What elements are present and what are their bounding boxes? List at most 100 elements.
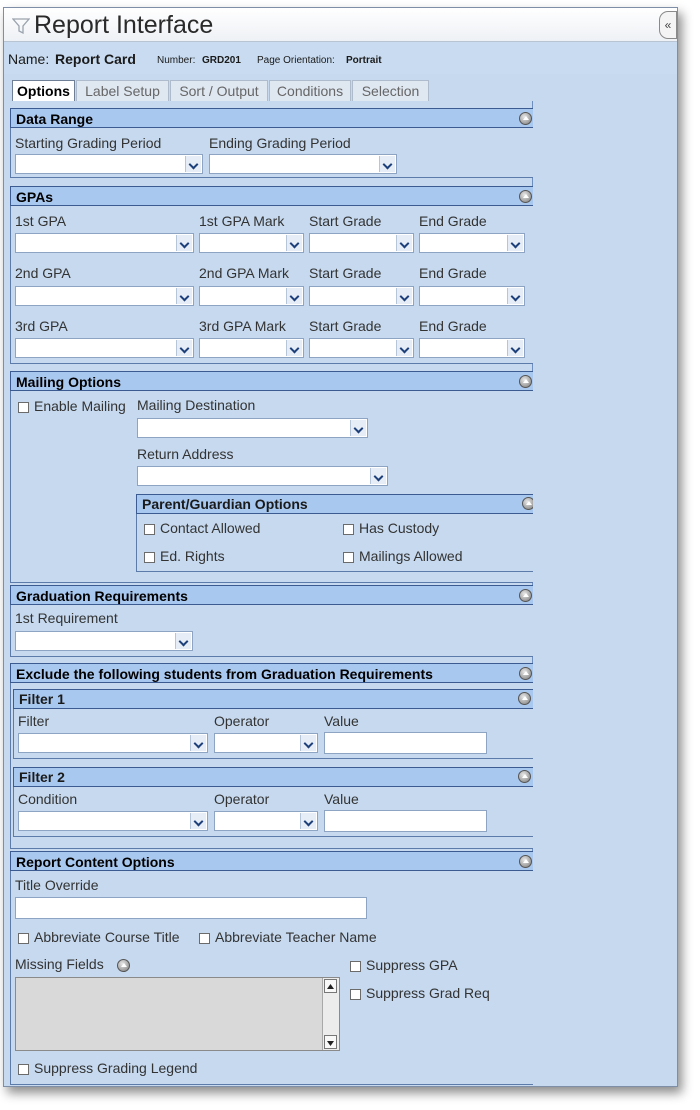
operator-select[interactable] [214,733,318,753]
collapse-section-icon[interactable] [519,667,532,680]
arrow-up-icon [327,984,334,989]
title-override-input[interactable] [15,897,367,919]
condition-select[interactable] [18,811,208,831]
chevron-down-icon [396,288,412,304]
contact-allowed-checkbox[interactable] [144,524,155,535]
suppress-gpa-label: Suppress GPA [366,957,458,973]
gpa-mark-label: 1st GPA Mark [199,213,285,229]
gpa-mark-select[interactable] [199,286,304,306]
return-address-select[interactable] [137,466,388,486]
data-range-header: Data Range [10,108,536,128]
has-custody-checkbox[interactable] [343,524,354,535]
parent-guardian-header: Parent/Guardian Options [136,494,539,514]
tab-options[interactable]: Options [12,80,75,102]
collapse-section-icon[interactable] [519,375,532,388]
filter-2-header: Filter 2 [13,767,535,787]
filter-2-body: Condition Operator Value [13,787,535,837]
start-grade-label: Start Grade [309,265,382,281]
arrow-down-icon [327,1041,334,1046]
suppress-grad-req-label: Suppress Grad Req [366,985,490,1001]
chevron-down-icon [396,340,412,356]
abbreviate-course-checkbox[interactable] [18,933,29,944]
collapse-section-icon[interactable] [519,190,532,203]
start-grade-select[interactable] [309,338,414,358]
collapse-section-icon[interactable] [519,589,532,602]
chevron-down-icon [190,735,206,751]
ed-rights-label: Ed. Rights [160,548,225,564]
report-info-bar: Name: Report Card Number: GRD201 Page Or… [4,42,677,74]
report-content-options-header: Report Content Options [10,851,536,871]
report-content-options-body: Title Override Abbreviate Course Title A… [10,871,536,1085]
ending-period-select[interactable] [209,154,397,174]
parent-guardian-body: Contact Allowed Has Custody Ed. Rights M… [136,514,539,572]
gpa-mark-select[interactable] [199,233,304,253]
gpa-mark-select[interactable] [199,338,304,358]
chevron-down-icon [190,813,206,829]
collapse-section-icon[interactable] [519,855,532,868]
end-grade-select[interactable] [419,233,525,253]
suppress-gpa-checkbox[interactable] [350,961,361,972]
enable-mailing-checkbox[interactable] [18,402,29,413]
orientation-label: Page Orientation: [257,55,335,66]
filter-select[interactable] [18,733,208,753]
gpa-label: 1st GPA [15,213,67,229]
start-grade-label: Start Grade [309,318,382,334]
chevron-down-icon [176,235,192,251]
number-value: GRD201 [202,55,241,66]
suppress-grading-legend-checkbox[interactable] [18,1064,29,1075]
starting-period-label: Starting Grading Period [15,135,162,151]
gpa-mark-label: 2nd GPA Mark [199,265,290,281]
graduation-requirements-header: Graduation Requirements [10,585,536,605]
chevron-down-icon [175,633,191,649]
chevron-down-icon [286,235,302,251]
collapse-section-icon[interactable] [518,770,531,783]
chevron-down-icon [185,156,201,172]
chevron-down-icon [286,340,302,356]
value-input[interactable] [324,732,487,754]
tab-label-setup[interactable]: Label Setup [76,80,169,101]
filter-1-header: Filter 1 [13,689,535,709]
mailings-allowed-label: Mailings Allowed [359,548,463,564]
graduation-requirements-body: 1st Requirement [10,605,536,657]
abbreviate-teacher-checkbox[interactable] [199,933,210,944]
ed-rights-checkbox[interactable] [144,552,155,563]
end-grade-select[interactable] [419,286,525,306]
start-grade-select[interactable] [309,286,414,306]
value-input[interactable] [324,810,487,832]
chevron-down-icon [350,420,366,436]
gpas-header: GPAs [10,186,536,206]
scrollbar[interactable] [322,978,339,1050]
operator-label: Operator [214,713,270,729]
exclude-students-body: Filter 1 Filter Operator Value Filter 2 … [10,683,536,849]
missing-fields-toggle-icon[interactable] [117,959,130,972]
enable-mailing-label: Enable Mailing [34,398,126,414]
chevron-down-icon [300,813,316,829]
start-grade-label: Start Grade [309,213,382,229]
mailing-destination-select[interactable] [137,418,368,438]
collapse-panel-button[interactable]: « [659,11,677,39]
end-grade-label: End Grade [419,213,487,229]
filter-1-body: Filter Operator Value [13,709,535,759]
suppress-grad-req-checkbox[interactable] [350,989,361,1000]
scroll-up-button[interactable] [324,979,337,993]
end-grade-select[interactable] [419,338,525,358]
missing-fields-list[interactable] [15,977,340,1051]
starting-period-select[interactable] [15,154,203,174]
value-label: Value [324,791,359,807]
first-requirement-select[interactable] [15,631,193,651]
report-content-options-title: Report Content Options [16,854,175,870]
collapse-section-icon[interactable] [518,692,531,705]
gpa-select[interactable] [15,286,194,306]
tab-conditions[interactable]: Conditions [269,80,351,101]
mailings-allowed-checkbox[interactable] [343,552,354,563]
has-custody-label: Has Custody [359,520,440,536]
tab-sort-output[interactable]: Sort / Output [170,80,268,101]
scroll-down-button[interactable] [324,1035,337,1049]
operator-select[interactable] [214,811,318,831]
gpa-select[interactable] [15,338,194,358]
tab-selection[interactable]: Selection [352,80,429,101]
gpa-select[interactable] [15,233,194,253]
orientation-value: Portrait [346,55,382,66]
start-grade-select[interactable] [309,233,414,253]
collapse-section-icon[interactable] [519,112,532,125]
